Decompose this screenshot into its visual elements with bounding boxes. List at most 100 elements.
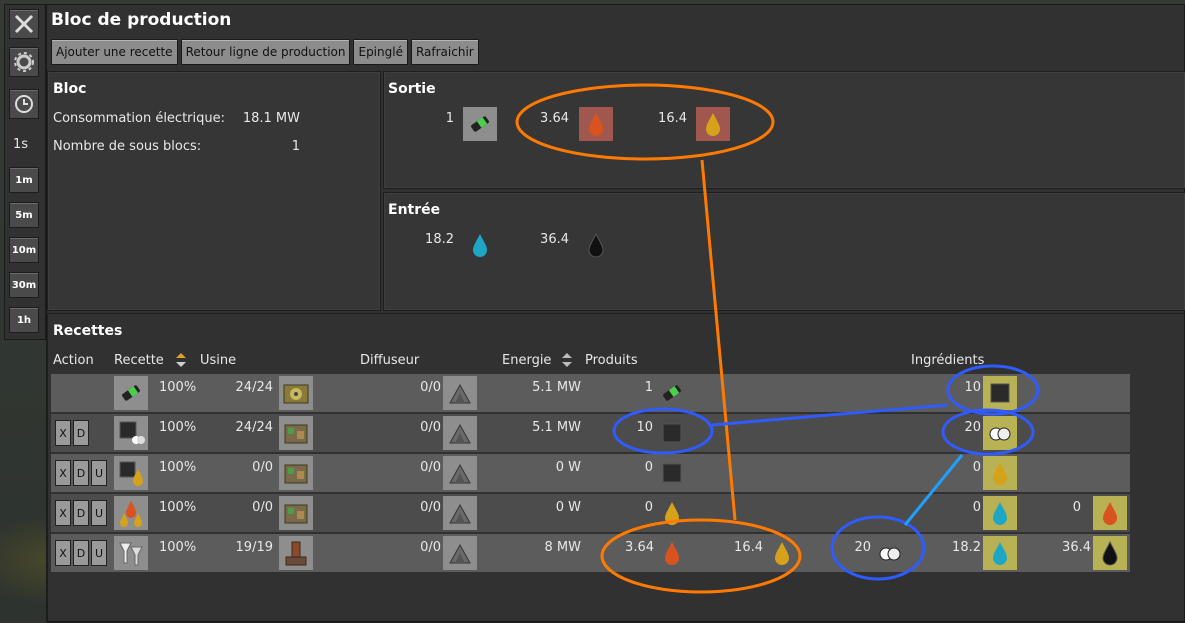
settings-button[interactable] bbox=[9, 47, 39, 77]
energy-value: 0 W bbox=[555, 460, 581, 475]
ingredient-crude-oil[interactable] bbox=[1093, 536, 1127, 570]
beacon-icon bbox=[449, 463, 471, 484]
product-value: 10 bbox=[636, 420, 653, 435]
recipe-oil-processing[interactable] bbox=[114, 536, 148, 570]
ingredient-value: 0 bbox=[1072, 500, 1081, 515]
delete-recipe-button[interactable]: X bbox=[55, 420, 71, 446]
ingredient-plastic[interactable] bbox=[983, 376, 1017, 410]
beacon[interactable] bbox=[443, 416, 477, 450]
add-recipe-button[interactable]: Ajouter une recette bbox=[51, 39, 178, 65]
light-oil-icon bbox=[775, 542, 789, 565]
move-down-button[interactable]: D bbox=[73, 460, 89, 486]
recipe-solid-fuel[interactable] bbox=[114, 456, 148, 490]
ingredient-petroleum-gas[interactable] bbox=[983, 416, 1017, 450]
factory-chemical-plant[interactable] bbox=[279, 416, 313, 450]
factory-chemical-plant[interactable] bbox=[279, 496, 313, 530]
beacon[interactable] bbox=[443, 456, 477, 490]
plastic-icon bbox=[990, 383, 1010, 403]
beacon[interactable] bbox=[443, 536, 477, 570]
energy-value: 0 W bbox=[555, 500, 581, 515]
chemical-plant-icon bbox=[283, 384, 309, 404]
delete-recipe-button[interactable]: X bbox=[55, 500, 71, 526]
time-1m-button[interactable]: 1m bbox=[9, 167, 39, 193]
product-value: 0 bbox=[644, 460, 653, 475]
entree-crude-oil[interactable] bbox=[579, 228, 613, 262]
product-plastic[interactable] bbox=[655, 416, 689, 450]
ingredient-heavy-oil[interactable] bbox=[1093, 496, 1127, 530]
move-up-button[interactable]: U bbox=[91, 500, 107, 526]
solid-fuel-icon bbox=[662, 463, 682, 483]
sort-icon[interactable] bbox=[561, 352, 573, 368]
recipe-percent: 100% bbox=[159, 540, 197, 555]
header-recette[interactable]: Recette bbox=[114, 353, 164, 368]
product-value: 1 bbox=[644, 380, 653, 395]
entree-title: Entrée bbox=[388, 202, 441, 218]
entree-water[interactable] bbox=[463, 228, 497, 262]
product-heavy-oil[interactable] bbox=[655, 536, 689, 570]
header-energie[interactable]: Energie bbox=[502, 353, 551, 368]
left-toolbar: 1s 1m 5m 10m 30m 1h bbox=[4, 4, 46, 340]
plastic-recipe-icon bbox=[119, 421, 145, 444]
time-30m-button[interactable]: 30m bbox=[9, 272, 39, 298]
beacon[interactable] bbox=[443, 496, 477, 530]
ingredient-water[interactable] bbox=[983, 536, 1017, 570]
factory-count: 24/24 bbox=[235, 380, 273, 395]
time-button[interactable] bbox=[9, 89, 39, 119]
sort-icon[interactable] bbox=[175, 352, 187, 368]
factory-chemical-plant[interactable] bbox=[279, 376, 313, 410]
back-production-line-button[interactable]: Retour ligne de production bbox=[180, 39, 351, 65]
recipe-plastic[interactable] bbox=[114, 416, 148, 450]
recipe-percent: 100% bbox=[159, 420, 197, 435]
pin-button[interactable]: Epinglé bbox=[353, 39, 408, 65]
water-icon bbox=[473, 234, 487, 257]
ingredient-light-oil[interactable] bbox=[983, 456, 1017, 490]
recipe-cracking[interactable] bbox=[114, 496, 148, 530]
move-up-button[interactable]: U bbox=[91, 460, 107, 486]
factory-chemical-plant[interactable] bbox=[279, 456, 313, 490]
heavy-oil-icon bbox=[665, 542, 679, 565]
sortie-value: 1 bbox=[445, 111, 454, 126]
product-petroleum-gas[interactable] bbox=[873, 536, 907, 570]
light-oil-icon bbox=[665, 502, 679, 525]
move-down-button[interactable]: D bbox=[73, 420, 89, 446]
time-10m-button[interactable]: 10m bbox=[9, 237, 39, 263]
product-solid-fuel[interactable] bbox=[655, 456, 689, 490]
battery-icon bbox=[663, 385, 681, 401]
product-value: 0 bbox=[644, 500, 653, 515]
time-5m-button[interactable]: 5m bbox=[9, 202, 39, 228]
delete-recipe-button[interactable]: X bbox=[55, 460, 71, 486]
sortie-heavy-oil[interactable] bbox=[579, 107, 613, 141]
subblocks-value: 1 bbox=[291, 139, 300, 154]
module-count: 0/0 bbox=[420, 380, 441, 395]
recipe-battery[interactable] bbox=[114, 376, 148, 410]
entree-value: 36.4 bbox=[540, 232, 569, 247]
product-light-oil[interactable] bbox=[655, 496, 689, 530]
factory-oil-refinery[interactable] bbox=[279, 536, 313, 570]
product-battery[interactable] bbox=[655, 376, 689, 410]
time-1h-button[interactable]: 1h bbox=[9, 307, 39, 333]
ingredient-water[interactable] bbox=[983, 496, 1017, 530]
sortie-light-oil[interactable] bbox=[696, 107, 730, 141]
crude-oil-icon bbox=[1102, 540, 1118, 566]
factory-count: 0/0 bbox=[252, 460, 273, 475]
recipe-percent: 100% bbox=[159, 460, 197, 475]
water-icon bbox=[993, 542, 1007, 565]
bloc-title: Bloc bbox=[53, 81, 87, 97]
move-up-button[interactable]: U bbox=[91, 540, 107, 566]
refresh-button[interactable]: Rafraichir bbox=[410, 39, 479, 65]
module-count: 0/0 bbox=[420, 500, 441, 515]
battery-icon bbox=[471, 116, 489, 132]
delete-recipe-button[interactable]: X bbox=[55, 540, 71, 566]
product-light-oil[interactable] bbox=[765, 536, 799, 570]
move-down-button[interactable]: D bbox=[73, 500, 89, 526]
recipe-row: X D 100% 24/24 0/0 5.1 MW 10 20 bbox=[51, 414, 1130, 452]
beacon[interactable] bbox=[443, 376, 477, 410]
sortie-battery[interactable] bbox=[463, 107, 497, 141]
factory-count: 19/19 bbox=[235, 540, 273, 555]
move-down-button[interactable]: D bbox=[73, 540, 89, 566]
close-button[interactable] bbox=[9, 9, 39, 39]
ingredient-value: 36.4 bbox=[1062, 540, 1091, 555]
subblocks-label: Nombre de sous blocs: bbox=[53, 139, 202, 154]
header-action: Action bbox=[53, 353, 94, 368]
recettes-title: Recettes bbox=[53, 323, 123, 339]
